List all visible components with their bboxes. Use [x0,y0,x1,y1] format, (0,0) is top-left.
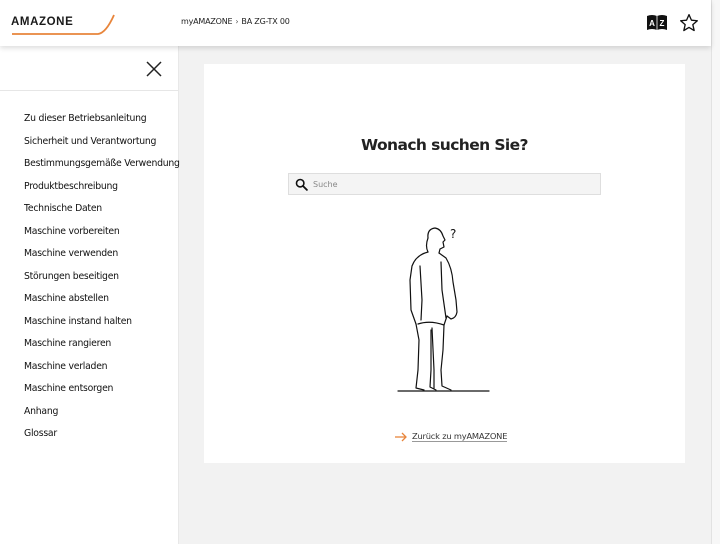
sidebar-item-maschine-vorbereiten[interactable]: Maschine vorbereiten [24,225,180,248]
amazone-logo[interactable]: AMAZONE [10,13,118,37]
page-scrollbar[interactable] [711,0,720,544]
sidebar-item-maschine-verladen[interactable]: Maschine verladen [24,360,180,383]
sidebar-item-zu-dieser-betriebsanleitung[interactable]: Zu dieser Betriebsanleitung [24,112,180,135]
search-input[interactable] [313,176,593,193]
sidebar-item-stoerungen-beseitigen[interactable]: Störungen beseitigen [24,270,180,293]
search-icon [295,178,308,191]
sidebar-item-sicherheit[interactable]: Sicherheit und Verantwortung [24,135,180,158]
glossary-az-book-icon[interactable]: A Z [646,12,668,34]
page-title: Wonach suchen Sie? [361,136,529,154]
sidebar-item-maschine-abstellen[interactable]: Maschine abstellen [24,292,180,315]
svg-text:Z: Z [660,19,665,28]
breadcrumb: myAMAZONE › BA ZG-TX 00 [181,17,290,26]
sidebar-item-maschine-rangieren[interactable]: Maschine rangieren [24,337,180,360]
sidebar-nav: Zu dieser Betriebsanleitung Sicherheit u… [24,112,180,450]
arrow-right-icon [395,432,407,441]
sidebar-item-bestimmungsgemaesse-verwendung[interactable]: Bestimmungsgemäße Verwendung [24,157,180,180]
search-card: Wonach suchen Sie? ? Zurück [204,64,685,463]
sidebar-item-maschine-entsorgen[interactable]: Maschine entsorgen [24,382,180,405]
top-header: AMAZONE myAMAZONE › BA ZG-TX 00 A Z [0,0,711,46]
sidebar-item-glossar[interactable]: Glossar [24,427,180,450]
back-to-myamazone-link[interactable]: Zurück zu myAMAZONE [394,431,507,442]
sidebar-header [0,46,178,91]
question-mark: ? [450,227,456,241]
sidebar-item-produktbeschreibung[interactable]: Produktbeschreibung [24,180,180,203]
back-link-label: Zurück zu myAMAZONE [412,431,508,442]
thinking-person-illustration: ? [397,227,490,392]
close-icon[interactable] [144,59,164,79]
svg-text:A: A [649,19,655,28]
breadcrumb-separator: › [235,17,239,26]
sidebar-item-maschine-verwenden[interactable]: Maschine verwenden [24,247,180,270]
breadcrumb-current: BA ZG-TX 00 [241,17,290,26]
logo-swoosh-icon [12,14,115,35]
search-box[interactable] [288,173,601,195]
star-outline-icon[interactable] [678,12,700,34]
sidebar-item-anhang[interactable]: Anhang [24,405,180,428]
sidebar-item-technische-daten[interactable]: Technische Daten [24,202,180,225]
breadcrumb-root-link[interactable]: myAMAZONE [181,17,233,26]
sidebar-item-maschine-instand-halten[interactable]: Maschine instand halten [24,315,180,338]
sidebar: Zu dieser Betriebsanleitung Sicherheit u… [0,46,180,544]
